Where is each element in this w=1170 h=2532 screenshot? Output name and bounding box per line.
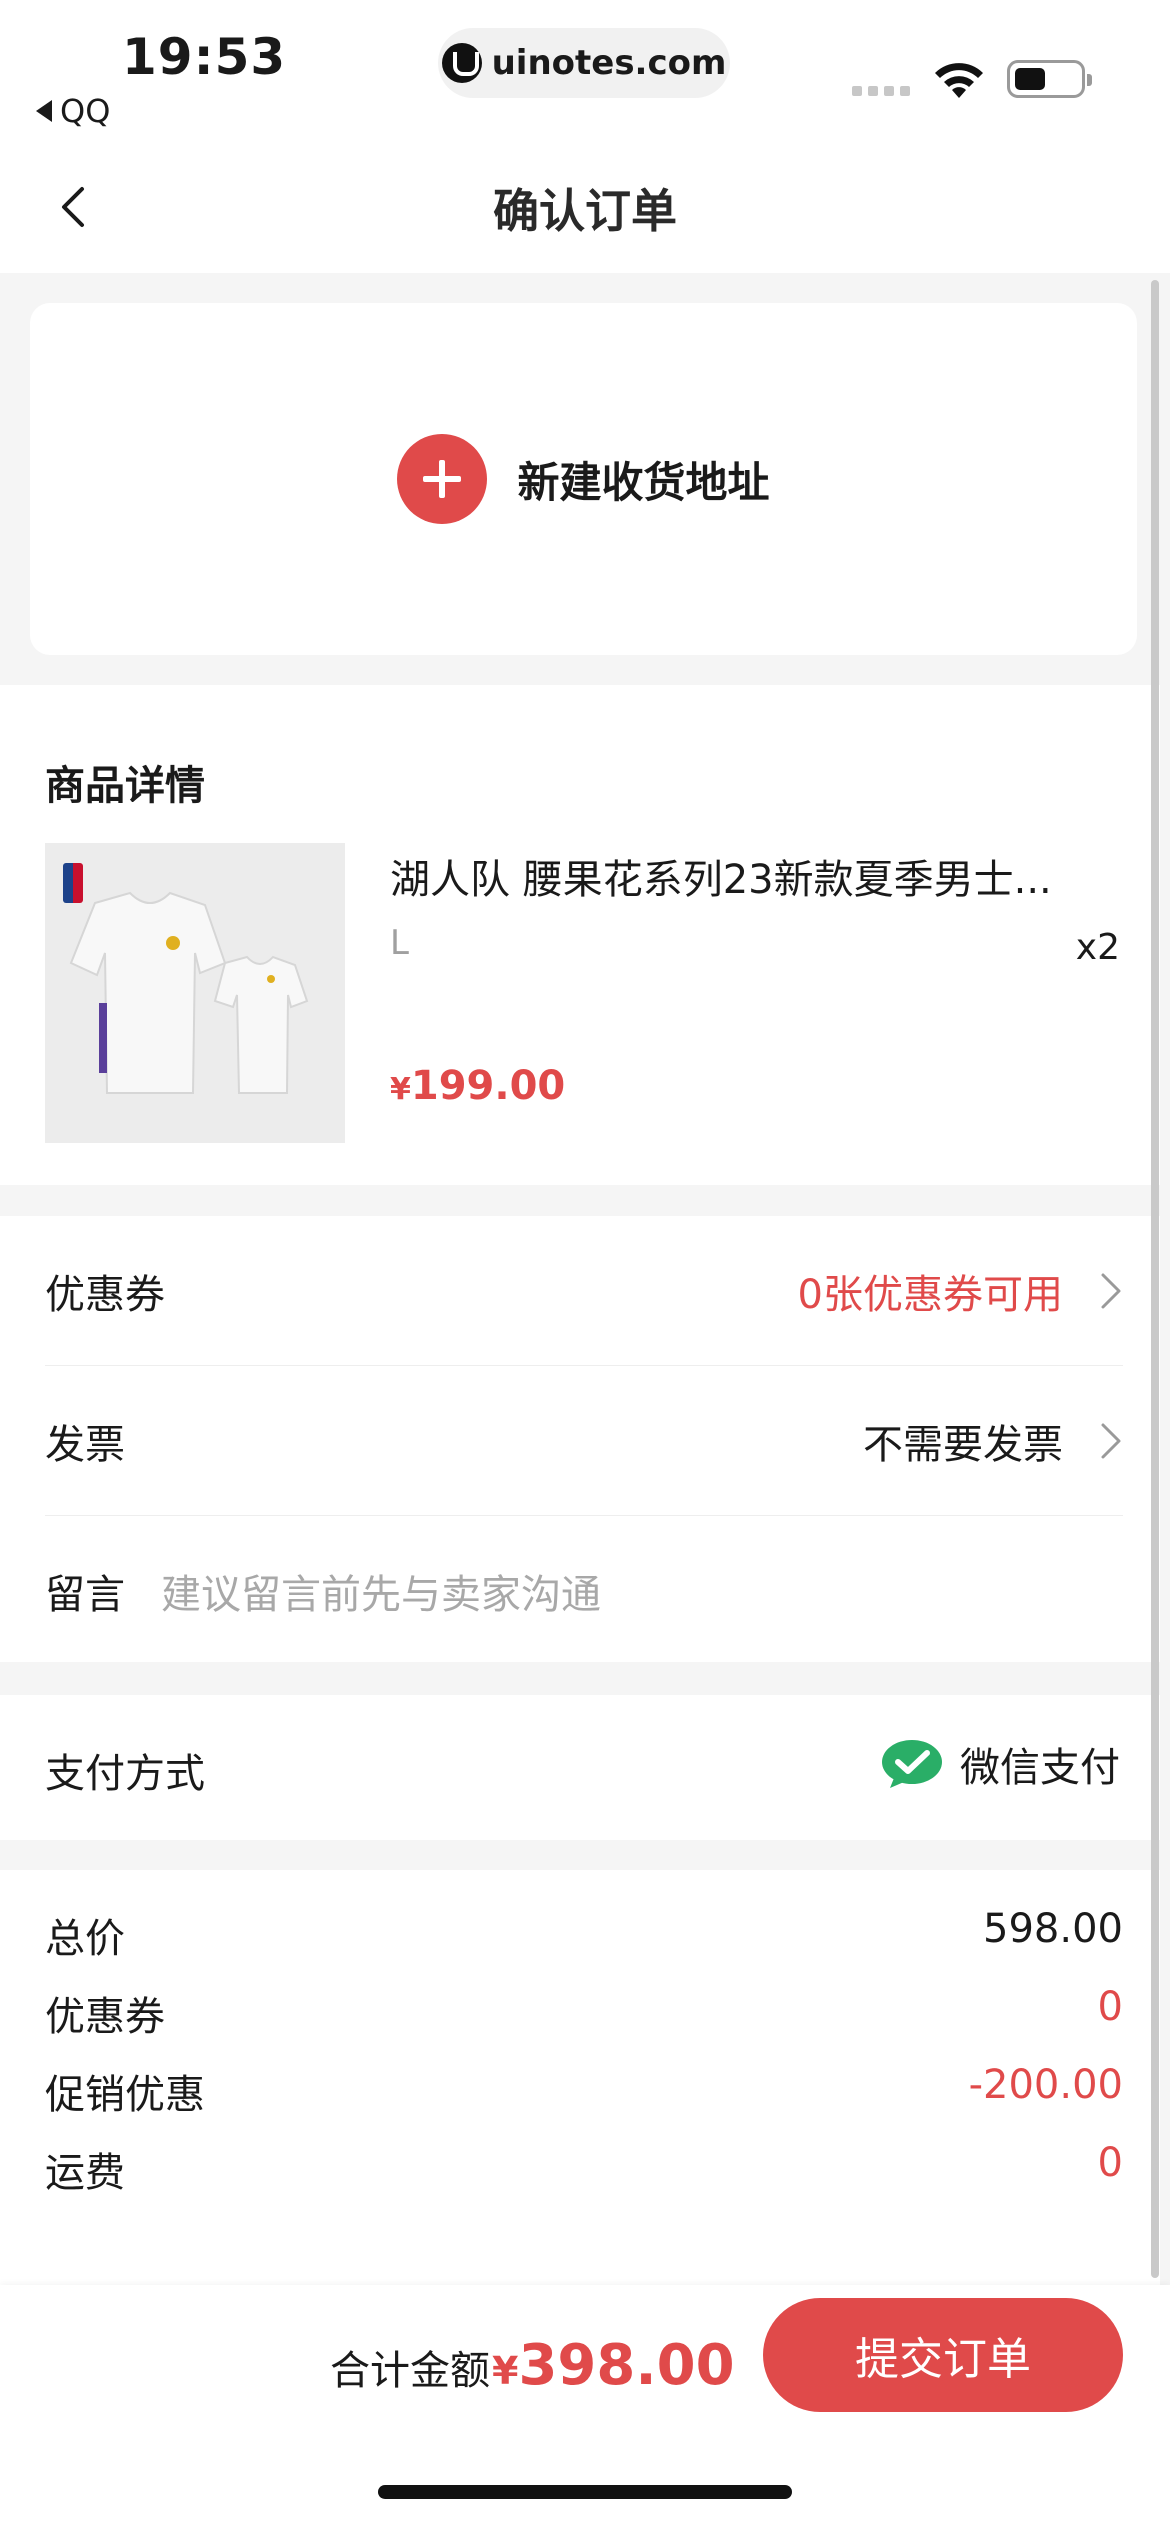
payment-method-label: 微信支付 xyxy=(960,1745,1120,1791)
nav-bar: 确认订单 xyxy=(0,145,1170,273)
chevron-right-icon xyxy=(1101,1423,1121,1459)
shipping-label: 运费 xyxy=(45,2150,125,2196)
cellular-signal-icon xyxy=(852,86,910,96)
note-label: 留言 xyxy=(45,1572,125,1618)
coupon-discount-label: 优惠券 xyxy=(45,1994,165,2040)
price-value: 199.00 xyxy=(410,1063,566,1109)
back-app-label: QQ xyxy=(60,92,111,130)
shipping-value: 0 xyxy=(1097,2140,1123,2186)
total-price-value: 598.00 xyxy=(983,1906,1123,1952)
back-to-app-link[interactable]: QQ xyxy=(36,92,110,130)
product-image[interactable] xyxy=(45,843,345,1143)
order-total-amount: 398.00 xyxy=(518,2333,735,2398)
order-total: 合计金额 ¥ 398.00 xyxy=(330,2333,735,2398)
status-time: 19:53 xyxy=(122,28,287,86)
invoice-value: 不需要发票 xyxy=(863,1422,1063,1468)
add-address-label: 新建收货地址 xyxy=(517,457,770,507)
price-currency: ¥ xyxy=(390,1072,411,1107)
tshirt-image xyxy=(69,891,309,1094)
page-title: 确认订单 xyxy=(493,184,677,238)
total-price-label: 总价 xyxy=(45,1916,125,1962)
note-input[interactable]: 建议留言前先与卖家沟通 xyxy=(161,1562,601,1620)
coupon-value: 0张优惠券可用 xyxy=(797,1272,1063,1318)
product-section-title: 商品详情 xyxy=(45,763,205,809)
product-spec: L xyxy=(390,923,409,963)
product-price: ¥199.00 xyxy=(390,1063,565,1109)
battery-icon xyxy=(1007,60,1092,98)
home-indicator xyxy=(378,2485,792,2499)
coupon-label: 优惠券 xyxy=(45,1272,165,1318)
url-text: uinotes.com xyxy=(491,43,727,83)
product-quantity: x2 xyxy=(1075,927,1120,968)
promo-discount-label: 促销优惠 xyxy=(45,2072,205,2118)
promo-discount-row: 促销优惠 -200.00 xyxy=(45,2062,1123,2120)
coupon-discount-row: 优惠券 0 xyxy=(45,1984,1123,2042)
submit-order-button[interactable]: 提交订单 xyxy=(763,2298,1123,2412)
payment-label: 支付方式 xyxy=(45,1751,205,1797)
site-logo-icon xyxy=(441,43,482,83)
promo-discount-value: -200.00 xyxy=(968,2062,1123,2108)
invoice-label: 发票 xyxy=(45,1422,125,1468)
invoice-row[interactable]: 发票 不需要发票 xyxy=(45,1366,1123,1516)
payment-method: 微信支付 xyxy=(880,1735,1120,1793)
url-pill[interactable]: uinotes.com xyxy=(438,28,730,98)
back-triangle-icon xyxy=(36,100,52,122)
order-total-label: 合计金额 xyxy=(330,2348,490,2394)
wechat-pay-icon xyxy=(882,1740,942,1788)
status-bar: 19:53 QQ uinotes.com xyxy=(0,0,1170,145)
total-price-row: 总价 598.00 xyxy=(45,1906,1123,1964)
chevron-right-icon xyxy=(1101,1273,1121,1309)
order-options: 优惠券 0张优惠券可用 发票 不需要发票 留言 建议留言前先与卖家沟通 xyxy=(0,1216,1160,1662)
product-section: 商品详情 湖人队 腰果花系列23新款夏季男士... L x2 ¥199.00 xyxy=(0,685,1160,1185)
payment-method-row[interactable]: 支付方式 微信支付 xyxy=(0,1695,1160,1840)
scrollbar[interactable] xyxy=(1151,280,1159,2278)
coupon-row[interactable]: 优惠券 0张优惠券可用 xyxy=(45,1216,1123,1366)
wifi-icon xyxy=(935,63,983,98)
shipping-row: 运费 0 xyxy=(45,2140,1123,2198)
product-name[interactable]: 湖人队 腰果花系列23新款夏季男士... xyxy=(390,847,1130,905)
plus-circle-icon xyxy=(397,434,488,524)
note-row: 留言 建议留言前先与卖家沟通 xyxy=(45,1516,1123,1666)
order-total-currency: ¥ xyxy=(492,2349,519,2393)
bottom-bar: 合计金额 ¥ 398.00 提交订单 xyxy=(0,2285,1170,2532)
coupon-discount-value: 0 xyxy=(1097,1984,1123,2030)
price-summary: 总价 598.00 优惠券 0 促销优惠 -200.00 运费 0 xyxy=(0,1870,1160,2285)
add-address-card[interactable]: 新建收货地址 xyxy=(30,303,1137,655)
